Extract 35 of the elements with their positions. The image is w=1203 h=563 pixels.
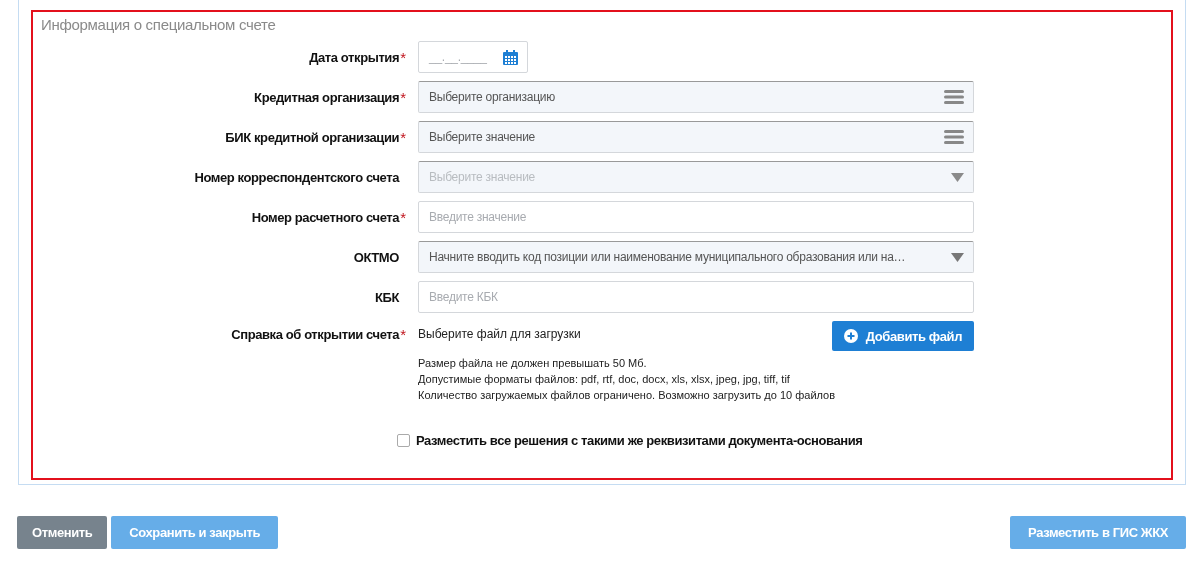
field-label: Номер корреспондентского счета bbox=[194, 169, 399, 185]
field-label: ОКТМО bbox=[353, 249, 399, 265]
required-mark: * bbox=[400, 129, 406, 145]
date-field[interactable]: __.__.____ bbox=[418, 41, 528, 73]
calendar-icon[interactable] bbox=[503, 49, 518, 65]
input-field[interactable]: Введите значение bbox=[418, 201, 974, 233]
field-label: Справка об открытии счета bbox=[231, 327, 400, 342]
field-label: БИК кредитной организации bbox=[225, 129, 400, 145]
required-mark: * bbox=[400, 327, 406, 342]
menu-icon[interactable] bbox=[944, 130, 964, 144]
menu-icon[interactable] bbox=[944, 90, 964, 104]
select-field[interactable]: Выберите значение bbox=[418, 121, 974, 153]
field-label: Номер расчетного счета bbox=[251, 209, 400, 225]
upload-hint: Допустимые форматы файлов: pdf, rtf, doc, docx, xls, xlsx, jpeg, jpg, tiff, tif bbox=[418, 373, 791, 385]
dropdown-arrow-icon[interactable] bbox=[951, 252, 964, 262]
checkbox[interactable] bbox=[397, 434, 410, 447]
select-field[interactable]: Выберите организацию bbox=[418, 81, 974, 113]
upload-hint: Количество загружаемых файлов ограничено. Возможно загрузить до 10 файлов bbox=[418, 389, 837, 401]
field-label: Дата открытия bbox=[309, 49, 400, 65]
field-label: КБК bbox=[375, 289, 399, 305]
section-title: Информация о специальном счете bbox=[41, 16, 276, 33]
select-field[interactable]: Начните вводить код позиции или наименование муниципального образования или на… bbox=[418, 241, 974, 273]
upload-prompt: Выберите файл для загрузки bbox=[418, 327, 582, 343]
add-file-button[interactable]: Добавить файл bbox=[831, 321, 974, 351]
upload-hint: Размер файла не должен превышать 50 Мб. bbox=[418, 357, 648, 369]
input-field[interactable]: Введите КБК bbox=[418, 281, 974, 313]
required-mark: * bbox=[400, 49, 406, 65]
required-mark: * bbox=[400, 209, 406, 225]
checkbox-label: Разместить все решения с такими же реквизитами документа-основания bbox=[416, 433, 863, 448]
field-label: Кредитная организация bbox=[254, 89, 400, 105]
action-button[interactable]: Отменить bbox=[17, 516, 108, 549]
plus-icon bbox=[843, 329, 858, 343]
required-mark: * bbox=[400, 89, 406, 105]
action-button[interactable]: Разместить в ГИС ЖКХ bbox=[1010, 516, 1186, 549]
action-button[interactable]: Сохранить и закрыть bbox=[111, 516, 278, 549]
